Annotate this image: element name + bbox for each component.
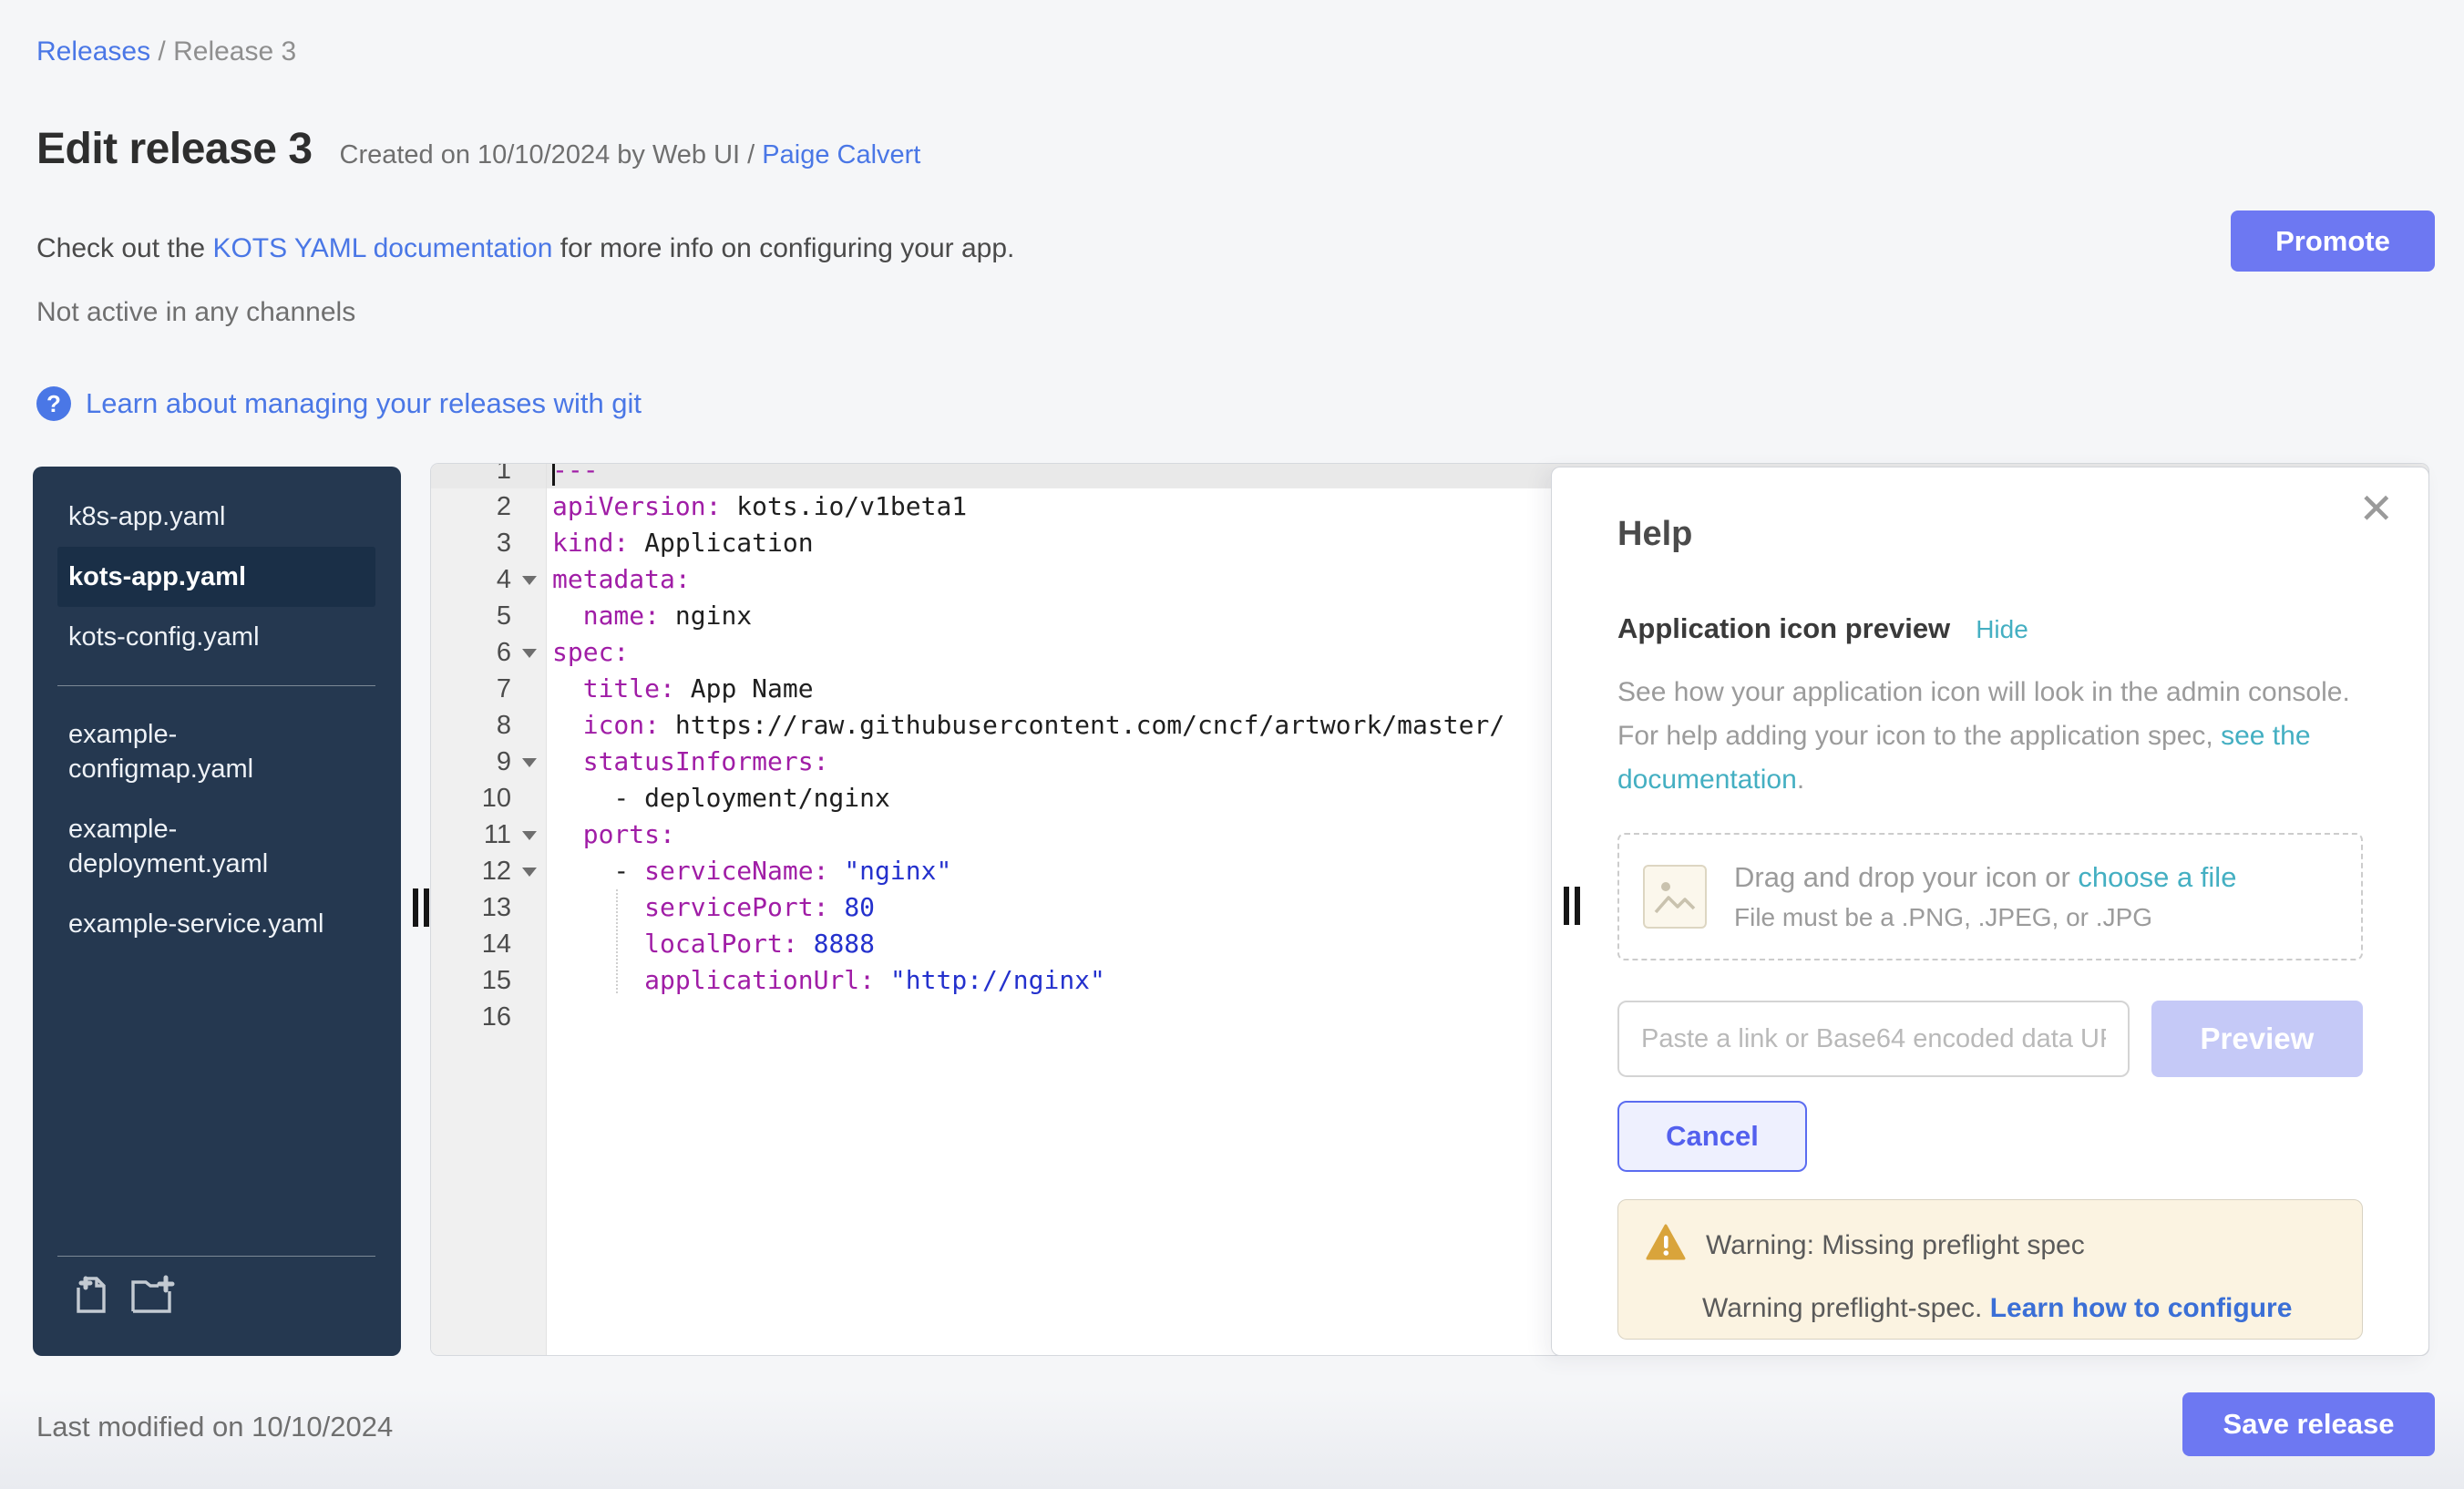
image-placeholder-icon	[1643, 865, 1707, 929]
help-title: Help	[1617, 515, 2363, 554]
breadcrumb: Releases / Release 3	[36, 36, 296, 67]
gutter-line-number: 13	[431, 889, 546, 926]
add-file-icon[interactable]	[69, 1273, 113, 1321]
editor-resize-handle[interactable]	[413, 888, 444, 927]
file-item[interactable]: example-service.yaml	[57, 894, 375, 954]
fold-chevron-down-icon[interactable]	[522, 758, 537, 767]
gutter-line-number: 6	[431, 634, 546, 671]
breadcrumb-current: Release 3	[173, 36, 296, 67]
git-help-link[interactable]: Learn about managing your releases with …	[86, 387, 642, 420]
hide-link[interactable]: Hide	[1976, 615, 2028, 644]
desc-after: .	[1797, 765, 1804, 795]
warning-body: Warning preflight-spec.	[1702, 1293, 1990, 1323]
preview-button[interactable]: Preview	[2151, 1001, 2363, 1077]
icon-preview-description: See how your application icon will look …	[1617, 671, 2363, 802]
workspace: k8s-app.yamlkots-app.yamlkots-config.yam…	[0, 463, 2464, 1358]
warning-title: Warning: Missing preflight spec	[1706, 1230, 2085, 1261]
doc-line: Check out the KOTS YAML documentation fo…	[36, 233, 1014, 264]
drop-text: Drag and drop your icon or	[1734, 861, 2078, 893]
edit-release-page: Releases / Release 3 Edit release 3 Crea…	[0, 0, 2464, 1489]
gutter-line-number: 14	[431, 926, 546, 962]
file-list: k8s-app.yamlkots-app.yamlkots-config.yam…	[33, 467, 401, 954]
gutter-line-number: 8	[431, 707, 546, 744]
breadcrumb-releases-link[interactable]: Releases	[36, 36, 150, 67]
gutter-line-number: 16	[431, 999, 546, 1035]
editor-gutter: 12345678910111213141516	[431, 464, 547, 1355]
help-panel: ✕ Help Application icon preview Hide See…	[1551, 467, 2429, 1356]
file-item[interactable]: kots-config.yaml	[57, 607, 375, 667]
indent-guide	[616, 889, 618, 993]
gutter-line-number: 2	[431, 488, 546, 525]
file-footer-divider	[57, 1256, 375, 1257]
gutter-line-number: 10	[431, 780, 546, 816]
doc-after: for more info on configuring your app.	[552, 233, 1014, 263]
icon-preview-title: Application icon preview	[1617, 612, 1950, 645]
fold-chevron-down-icon[interactable]	[522, 868, 537, 877]
warning-box: Warning: Missing preflight spec Warning …	[1617, 1199, 2363, 1340]
file-panel-footer	[33, 1256, 401, 1356]
dropzone-filetypes: File must be a .PNG, .JPEG, or .JPG	[1734, 903, 2236, 932]
fold-chevron-down-icon[interactable]	[522, 649, 537, 658]
gutter-line-number: 7	[431, 671, 546, 707]
gutter-line-number: 15	[431, 962, 546, 999]
icon-dropzone[interactable]: Drag and drop your icon or choose a file…	[1617, 833, 2363, 960]
save-release-button[interactable]: Save release	[2182, 1392, 2435, 1456]
gutter-line-number: 1	[431, 464, 546, 488]
configure-preflight-link[interactable]: Learn how to configure	[1990, 1293, 2293, 1323]
gutter-line-number: 4	[431, 561, 546, 598]
page-title: Edit release 3	[36, 124, 313, 174]
dropzone-text: Drag and drop your icon or choose a file	[1734, 861, 2236, 894]
fold-chevron-down-icon[interactable]	[522, 576, 537, 585]
gutter-line-number: 9	[431, 744, 546, 780]
choose-file-link[interactable]: choose a file	[2078, 861, 2236, 893]
promote-button[interactable]: Promote	[2231, 211, 2435, 272]
close-icon[interactable]: ✕	[2358, 488, 2394, 529]
git-help-row[interactable]: ? Learn about managing your releases wit…	[36, 386, 642, 421]
warning-icon	[1646, 1224, 1686, 1268]
kots-yaml-doc-link[interactable]: KOTS YAML documentation	[212, 233, 552, 263]
created-info: Created on 10/10/2024 by Web UI / Paige …	[340, 140, 921, 170]
question-icon: ?	[36, 386, 71, 421]
file-tree-panel: k8s-app.yamlkots-app.yamlkots-config.yam…	[33, 467, 401, 1356]
fold-chevron-down-icon[interactable]	[522, 831, 537, 840]
gutter-line-number: 3	[431, 525, 546, 561]
gutter-line-number: 11	[431, 816, 546, 853]
cancel-button[interactable]: Cancel	[1617, 1101, 1807, 1172]
gutter-line-number: 12	[431, 853, 546, 889]
file-item[interactable]: kots-app.yaml	[57, 547, 375, 607]
help-resize-handle[interactable]	[1564, 887, 1595, 925]
icon-url-input[interactable]	[1617, 1001, 2130, 1077]
warning-detail: Warning preflight-spec. Learn how to con…	[1702, 1293, 2335, 1324]
file-item[interactable]: example-configmap.yaml	[57, 704, 375, 799]
breadcrumb-separator: /	[150, 36, 173, 67]
gutter-line-number: 5	[431, 598, 546, 634]
last-modified: Last modified on 10/10/2024	[36, 1411, 393, 1443]
author-link[interactable]: Paige Calvert	[762, 140, 920, 169]
file-item[interactable]: example-deployment.yaml	[57, 799, 375, 894]
file-group-divider	[57, 685, 375, 686]
doc-before: Check out the	[36, 233, 212, 263]
channel-status: Not active in any channels	[36, 297, 355, 328]
add-folder-icon[interactable]	[128, 1273, 175, 1321]
created-prefix: Created on 10/10/2024 by Web UI /	[340, 140, 763, 169]
file-item[interactable]: k8s-app.yaml	[57, 487, 375, 547]
title-row: Edit release 3 Created on 10/10/2024 by …	[36, 124, 920, 174]
